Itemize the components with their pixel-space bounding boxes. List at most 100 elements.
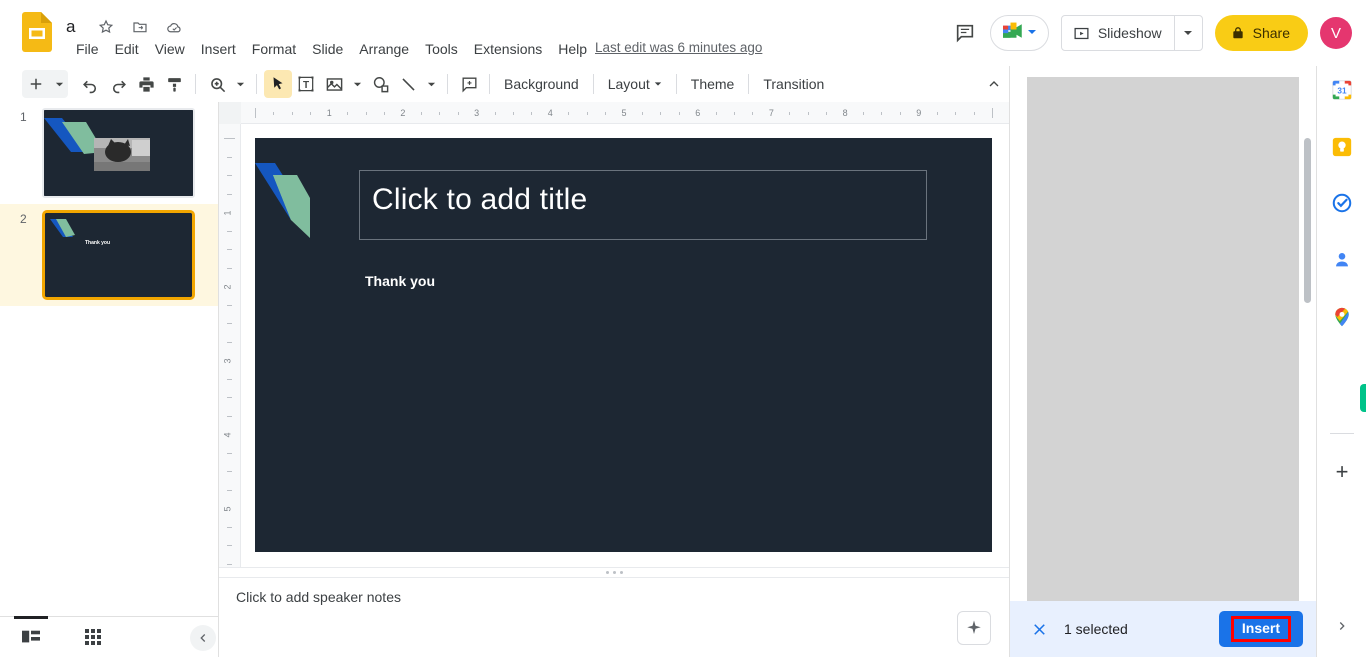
new-slide-button[interactable] <box>22 70 50 98</box>
slideshow-dropdown-icon[interactable] <box>1173 16 1202 50</box>
view-mode-bar <box>0 616 219 657</box>
slide-canvas[interactable]: Click to add title Thank you <box>255 138 992 552</box>
star-icon[interactable] <box>96 17 116 37</box>
title-placeholder-text: Click to add title <box>372 183 588 216</box>
paint-format-button[interactable] <box>160 70 188 98</box>
side-app-rail: 31 + <box>1316 66 1366 657</box>
theme-button[interactable]: Theme <box>683 70 743 98</box>
slide-thumbnail-panel[interactable]: 1 2 Thank you <box>0 102 219 616</box>
lock-icon <box>1231 25 1245 41</box>
menu-bar: File Edit View Insert Format Slide Arran… <box>68 37 595 61</box>
document-title[interactable]: a <box>66 16 75 38</box>
menu-item-view[interactable]: View <box>147 37 193 61</box>
google-keep-icon[interactable] <box>1330 135 1354 159</box>
google-maps-icon[interactable] <box>1330 305 1354 329</box>
insert-image-button[interactable] <box>320 70 348 98</box>
layout-button[interactable]: Layout <box>600 70 670 98</box>
add-comment-button[interactable] <box>455 70 483 98</box>
ruler-tick <box>227 304 232 306</box>
ruler-tick <box>494 112 496 115</box>
new-slide-dropdown-icon[interactable] <box>50 70 68 98</box>
filmstrip-view-icon[interactable] <box>0 616 62 657</box>
slide-body-text[interactable]: Thank you <box>365 273 435 289</box>
print-button[interactable] <box>132 70 160 98</box>
add-on-plus-icon[interactable]: + <box>1330 460 1354 484</box>
vertical-ruler[interactable]: 1 2 3 4 5 <box>219 124 241 574</box>
ruler-tick <box>992 108 993 118</box>
ruler-tick <box>439 112 441 115</box>
menu-item-arrange[interactable]: Arrange <box>351 37 417 61</box>
ruler-tick <box>227 415 232 417</box>
horizontal-ruler[interactable]: 1 2 3 4 5 6 7 8 9 <box>219 102 1009 124</box>
explore-icon[interactable] <box>957 611 991 645</box>
collapse-filmstrip-icon[interactable] <box>190 625 216 651</box>
menu-item-file[interactable]: File <box>68 37 107 61</box>
speaker-notes-panel[interactable]: Click to add speaker notes <box>219 577 1009 657</box>
ruler-label: 7 <box>768 108 774 118</box>
google-slides-logo[interactable] <box>22 12 52 52</box>
toolbar-divider-4 <box>489 74 490 94</box>
ruler-tick <box>227 175 232 176</box>
collapse-toolbar-icon[interactable] <box>980 70 1008 98</box>
ruler-tick <box>227 489 232 491</box>
ruler-label: 3 <box>222 358 233 364</box>
thumbnail-frame[interactable] <box>42 108 195 198</box>
avatar[interactable]: V <box>1320 17 1352 49</box>
thumbnail-slide-2[interactable]: 2 Thank you <box>0 204 218 306</box>
zoom-dropdown-icon[interactable] <box>231 70 249 98</box>
green-side-tab[interactable] <box>1360 384 1366 412</box>
google-tasks-icon[interactable] <box>1330 191 1354 215</box>
undo-button[interactable] <box>76 70 104 98</box>
menu-item-slide[interactable]: Slide <box>304 37 351 61</box>
slideshow-label: Slideshow <box>1097 25 1162 41</box>
text-box-button[interactable]: T <box>292 70 320 98</box>
cloud-saved-icon[interactable] <box>164 17 184 37</box>
menu-item-help[interactable]: Help <box>550 37 595 61</box>
select-tool-button[interactable] <box>264 70 292 98</box>
google-meet-button[interactable] <box>989 15 1049 51</box>
menu-item-edit[interactable]: Edit <box>107 37 147 61</box>
ruler-tick <box>273 112 275 115</box>
speaker-notes-placeholder[interactable]: Click to add speaker notes <box>236 589 401 605</box>
ruler-tick <box>660 112 662 115</box>
image-picker-panel[interactable]: 1 selected Insert <box>1009 66 1316 657</box>
menu-item-tools[interactable]: Tools <box>417 37 466 61</box>
line-button[interactable] <box>394 70 422 98</box>
ruler-tick <box>227 230 232 232</box>
google-calendar-icon[interactable]: 31 <box>1330 78 1354 102</box>
redo-button[interactable] <box>104 70 132 98</box>
ruler-tick <box>512 112 514 115</box>
google-contacts-icon[interactable] <box>1330 248 1354 272</box>
comment-history-icon[interactable] <box>952 20 978 46</box>
present-icon <box>1073 25 1090 42</box>
slideshow-button[interactable]: Slideshow <box>1060 15 1203 51</box>
shape-button[interactable] <box>366 70 394 98</box>
grid-view-icon[interactable] <box>62 617 124 657</box>
title-placeholder-box[interactable]: Click to add title <box>359 170 927 240</box>
transition-button[interactable]: Transition <box>755 70 832 98</box>
move-to-folder-icon[interactable] <box>130 17 150 37</box>
last-edit-status[interactable]: Last edit was 6 minutes ago <box>595 40 762 55</box>
share-button[interactable]: Share <box>1214 15 1308 51</box>
menu-item-format[interactable]: Format <box>244 37 304 61</box>
chevron-down-icon <box>654 80 662 88</box>
background-button[interactable]: Background <box>496 70 587 98</box>
slideshow-main[interactable]: Slideshow <box>1062 16 1174 50</box>
notes-resize-handle[interactable] <box>219 567 1009 577</box>
zoom-button[interactable] <box>203 70 231 98</box>
thumbnail-frame-selected[interactable]: Thank you <box>42 210 195 300</box>
picker-scrollbar[interactable] <box>1304 138 1311 303</box>
insert-button[interactable]: Insert <box>1218 611 1303 647</box>
close-icon[interactable] <box>1024 614 1054 644</box>
menu-item-extensions[interactable]: Extensions <box>466 37 550 61</box>
line-dropdown-icon[interactable] <box>422 70 440 98</box>
ruler-tick <box>227 378 232 380</box>
decorative-corner-shape <box>255 163 345 268</box>
toolbar-divider-2 <box>256 74 257 94</box>
thumbnail-slide-1[interactable]: 1 <box>0 102 218 204</box>
menu-item-insert[interactable]: Insert <box>193 37 244 61</box>
image-dropdown-icon[interactable] <box>348 70 366 98</box>
expand-panel-chevron-right-icon[interactable] <box>1330 614 1354 638</box>
ruler-label: 8 <box>842 108 848 118</box>
ruler-tick <box>789 112 791 115</box>
